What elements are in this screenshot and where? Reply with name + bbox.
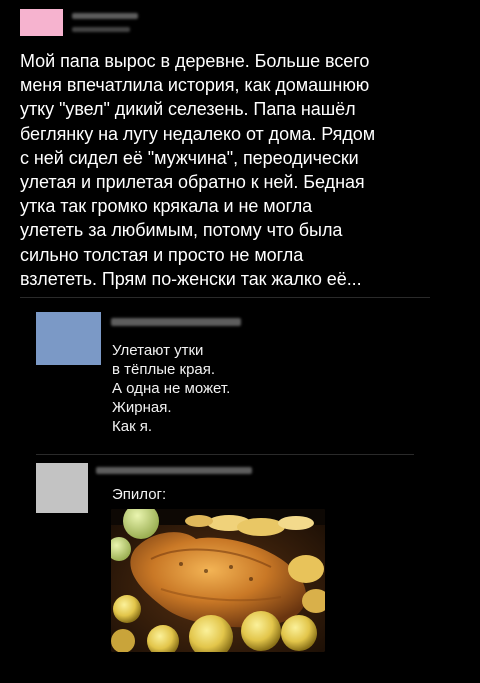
comment-line: Эпилог: [112, 486, 167, 503]
post-line: улетая и прилетая обратно к ней. Бедная [20, 172, 365, 193]
post-line: улететь за любимым, потому что была [20, 220, 343, 241]
comment-2-author-name[interactable] [96, 467, 252, 474]
roasted-duck-photo[interactable] [111, 509, 325, 652]
comment-1-text: Улетают утки в тёплые края. А одна не мо… [112, 341, 230, 436]
comment-divider [36, 454, 414, 455]
post-author-name[interactable] [72, 13, 138, 19]
post-line: утку "увел" дикий селезень. Папа нашёл [20, 99, 356, 120]
comment-line: Как я. [112, 418, 153, 435]
comment-2-avatar[interactable] [36, 463, 88, 513]
post-timestamp [72, 27, 130, 32]
comment-1-avatar[interactable] [36, 312, 101, 365]
comment-line: в тёплые края. [112, 361, 216, 378]
post-line: сильно толстая и просто не могла [20, 244, 304, 265]
post-divider [20, 297, 430, 298]
roasted-duck-image [111, 509, 325, 652]
post-line: Мой папа вырос в деревне. Больше всего [20, 51, 370, 71]
post-line: беглянку на лугу недалеко от дома. Рядом [20, 123, 376, 144]
post-author-avatar[interactable] [20, 9, 63, 36]
comment-line: Улетают утки [112, 342, 204, 359]
post-line: меня впечатлила история, как домашнюю [20, 75, 370, 96]
comment-line: А одна не может. [112, 380, 231, 397]
post-line: утка так громко крякала и не могла [20, 196, 313, 217]
comment-line: Жирная. [112, 399, 172, 416]
post-text: Мой папа вырос в деревне. Больше всего м… [20, 49, 460, 291]
comment-2-text: Эпилог: [112, 485, 166, 504]
post-line: взлететь. Прям по-женски так жалко её... [20, 268, 362, 289]
comment-1-author-name[interactable] [111, 318, 241, 326]
post-line: с ней сидел её "мужчина", переодически [20, 147, 359, 168]
